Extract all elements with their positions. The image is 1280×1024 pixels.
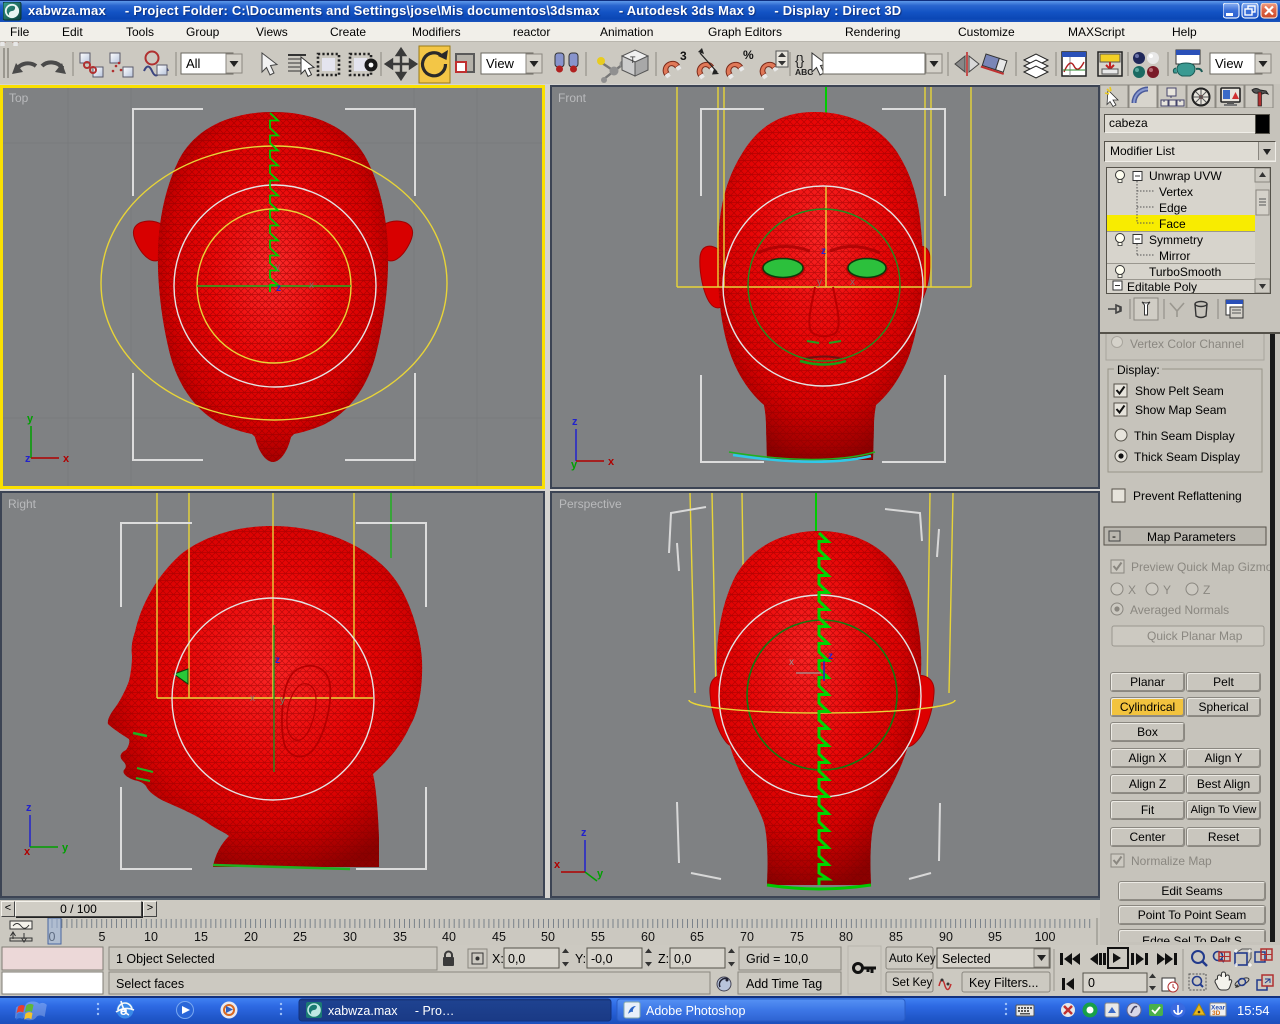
svg-text:Z:: Z: (658, 952, 669, 966)
svg-text:Selected: Selected (942, 952, 991, 966)
svg-text:Auto Key: Auto Key (889, 953, 936, 965)
svg-text:Face: Face (1159, 217, 1186, 231)
svg-text:z: z (821, 246, 826, 257)
svg-text:%: % (743, 48, 754, 62)
svg-text:30: 30 (343, 930, 357, 944)
svg-text:5: 5 (99, 930, 106, 944)
svg-text:Adobe Photoshop: Adobe Photoshop (646, 1004, 745, 1018)
svg-text:Thin Seam Display: Thin Seam Display (1134, 429, 1235, 443)
svg-text:45: 45 (492, 930, 506, 944)
svg-text:Set Key: Set Key (892, 977, 933, 989)
svg-text:x: x (850, 277, 855, 288)
svg-text:Display:: Display: (1117, 363, 1160, 377)
svg-text:View: View (486, 56, 515, 71)
svg-text:z: z (581, 827, 587, 839)
svg-text:y: y (280, 695, 285, 706)
svg-text:100: 100 (1035, 930, 1056, 944)
svg-text:z: z (25, 453, 31, 465)
svg-text:-0,0: -0,0 (591, 952, 613, 966)
svg-text:3: 3 (680, 49, 687, 63)
svg-text:3D: 3D (1212, 1010, 1221, 1017)
svg-text:Mirror: Mirror (1159, 249, 1190, 263)
svg-text:Averaged Normals: Averaged Normals (1130, 603, 1229, 617)
svg-text:T: T (630, 55, 636, 65)
svg-text:Show Pelt Seam: Show Pelt Seam (1135, 384, 1224, 398)
svg-text:ABC: ABC (795, 67, 813, 77)
svg-text:Front: Front (558, 91, 587, 105)
svg-text:Editable Poly: Editable Poly (1127, 280, 1197, 293)
svg-text:Add Time Tag: Add Time Tag (746, 977, 822, 991)
svg-text:x: x (63, 453, 70, 465)
svg-text:0,0: 0,0 (508, 952, 525, 966)
svg-text:Unwrap UVW: Unwrap UVW (1149, 169, 1222, 183)
svg-text:20: 20 (244, 930, 258, 944)
svg-text:10: 10 (144, 930, 158, 944)
svg-text:TurboSmooth: TurboSmooth (1149, 265, 1221, 279)
svg-text:-: - (1112, 529, 1116, 543)
svg-text:35: 35 (393, 930, 407, 944)
svg-text:z: z (276, 283, 281, 294)
svg-text:Prevent Reflattening: Prevent Reflattening (1133, 489, 1242, 503)
svg-text:y: y (275, 262, 280, 273)
svg-text:Top: Top (9, 91, 29, 105)
svg-text:Select faces: Select faces (116, 977, 184, 991)
svg-text:50: 50 (541, 930, 555, 944)
svg-text:x: x (309, 280, 314, 291)
svg-text:All: All (186, 56, 201, 71)
svg-text:y: y (597, 868, 604, 880)
svg-text:x: x (554, 859, 561, 871)
svg-text:x: x (789, 657, 794, 668)
svg-text:View: View (1215, 56, 1244, 71)
svg-text:Show Map Seam: Show Map Seam (1135, 403, 1226, 417)
svg-text:70: 70 (740, 930, 754, 944)
svg-text:Vertex Color Channel: Vertex Color Channel (1130, 337, 1244, 351)
svg-text:z: z (275, 655, 280, 666)
svg-text:0: 0 (1088, 976, 1095, 990)
svg-text:65: 65 (690, 930, 704, 944)
svg-text:Z: Z (1203, 583, 1210, 597)
svg-text:x: x (608, 456, 615, 468)
svg-text:60: 60 (641, 930, 655, 944)
svg-text:0,0: 0,0 (674, 952, 691, 966)
svg-text:80: 80 (839, 930, 853, 944)
svg-text:y: y (817, 277, 822, 288)
svg-text:Map Parameters: Map Parameters (1147, 530, 1236, 544)
svg-text:Grid = 10,0: Grid = 10,0 (746, 952, 808, 966)
svg-text:X:: X: (492, 952, 504, 966)
svg-text:y: y (571, 459, 578, 471)
svg-text:y: y (62, 842, 69, 854)
svg-text:e: e (120, 1003, 127, 1018)
svg-text:25: 25 (293, 930, 307, 944)
svg-text:{}: {} (795, 52, 805, 68)
svg-text:X: X (1128, 583, 1136, 597)
svg-text:Quick Planar Map: Quick Planar Map (1147, 629, 1243, 643)
svg-text:Y: Y (1163, 583, 1171, 597)
svg-text:z: z (572, 416, 578, 428)
svg-text:x: x (250, 693, 255, 704)
svg-text:z: z (26, 802, 32, 814)
svg-text:x: x (24, 846, 31, 858)
svg-text:40: 40 (442, 930, 456, 944)
svg-text:1 Object Selected: 1 Object Selected (116, 952, 215, 966)
svg-text:Normalize Map: Normalize Map (1131, 854, 1212, 868)
svg-text:Right: Right (8, 497, 37, 511)
svg-text:75: 75 (790, 930, 804, 944)
svg-text:Thick Seam Display: Thick Seam Display (1134, 450, 1240, 464)
svg-text:Perspective: Perspective (559, 497, 622, 511)
svg-text:z: z (828, 651, 833, 662)
svg-text:y: y (27, 413, 34, 425)
svg-text:Preview Quick Map Gizmo: Preview Quick Map Gizmo (1131, 560, 1270, 574)
svg-text:xabwza.max - Pro…: xabwza.max - Pro… (328, 1004, 454, 1018)
svg-text:15: 15 (194, 930, 208, 944)
svg-text:95: 95 (988, 930, 1002, 944)
svg-text:Y:: Y: (575, 952, 586, 966)
svg-text:Vertex: Vertex (1159, 185, 1193, 199)
svg-text:85: 85 (889, 930, 903, 944)
svg-text:Edge: Edge (1159, 201, 1187, 215)
svg-text:15:54: 15:54 (1237, 1003, 1270, 1018)
svg-text:Symmetry: Symmetry (1149, 233, 1203, 247)
svg-text:Key Filters...: Key Filters... (969, 976, 1038, 990)
svg-text:55: 55 (591, 930, 605, 944)
svg-text:90: 90 (939, 930, 953, 944)
